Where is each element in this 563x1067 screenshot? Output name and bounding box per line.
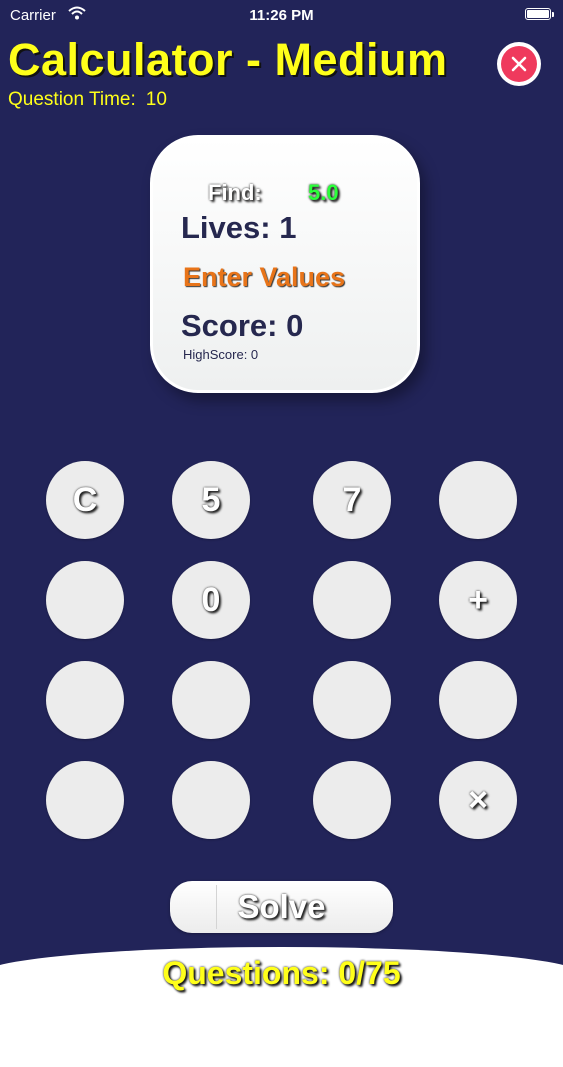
status-time: 11:26 PM	[249, 7, 314, 24]
close-icon	[501, 46, 537, 82]
score-text: Score: 0	[181, 308, 304, 343]
keypad-button-r1-c4[interactable]	[439, 461, 517, 539]
keypad-button-r1-c1[interactable]: C	[46, 461, 124, 539]
prompt-text: Enter Values	[183, 262, 346, 292]
keypad-button-r3-c2[interactable]	[172, 661, 250, 739]
keypad-button-r4-c3[interactable]	[313, 761, 391, 839]
keypad-button-r3-c3[interactable]	[313, 661, 391, 739]
keypad-button-r4-c4[interactable]: ×	[439, 761, 517, 839]
lives-text: Lives: 1	[181, 210, 297, 245]
question-time-label: Question Time:	[8, 89, 136, 110]
solve-label: Solve	[237, 888, 326, 925]
status-bar: Carrier 11:26 PM	[0, 0, 563, 30]
find-value: 5.0	[308, 180, 339, 205]
keypad-button-r2-c3[interactable]	[313, 561, 391, 639]
highscore-text: HighScore: 0	[183, 347, 259, 362]
close-button[interactable]	[497, 42, 541, 86]
question-time-value: 10	[145, 89, 167, 110]
info-card: Find: 5.0 Lives: 1 Enter Values Score: 0…	[150, 135, 420, 393]
keypad-button-r4-c1[interactable]	[46, 761, 124, 839]
keypad-button-r1-c3[interactable]: 7	[313, 461, 391, 539]
question-time: Question Time: 10	[8, 89, 167, 111]
keypad-button-r3-c1[interactable]	[46, 661, 124, 739]
battery-icon	[525, 8, 554, 20]
find-label: Find:	[208, 180, 262, 205]
keypad-button-r3-c4[interactable]	[439, 661, 517, 739]
questions-progress: Questions: 0/75	[162, 955, 401, 991]
keypad-button-r2-c4[interactable]: +	[439, 561, 517, 639]
divider	[216, 885, 217, 929]
page-title: Calculator - Medium	[8, 34, 448, 85]
solve-button[interactable]: Solve	[170, 881, 393, 933]
keypad-button-r1-c2[interactable]: 5	[172, 461, 250, 539]
keypad-button-r4-c2[interactable]	[172, 761, 250, 839]
keypad-button-r2-c1[interactable]	[46, 561, 124, 639]
keypad-button-r2-c2[interactable]: 0	[172, 561, 250, 639]
